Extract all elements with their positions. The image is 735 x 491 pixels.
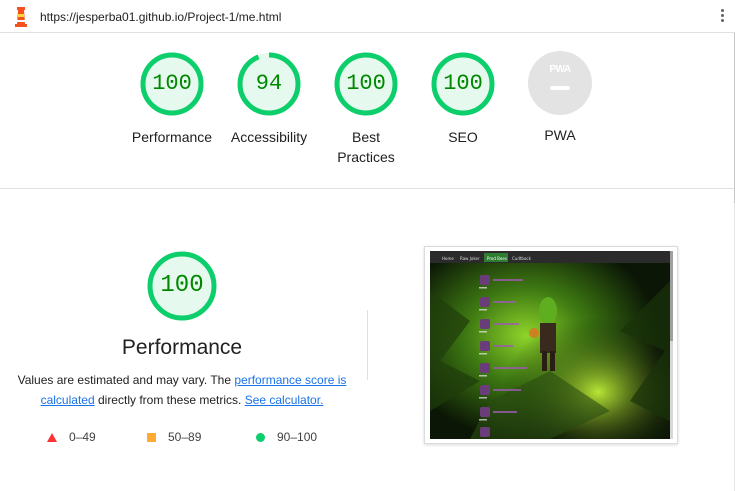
pwa-dash: [550, 86, 570, 90]
divider: [367, 310, 368, 380]
score-value: 100: [443, 71, 483, 96]
legend-range: 50–89: [168, 430, 202, 444]
screenshot-nav-item: Raw Joker: [460, 256, 480, 261]
gauge-best-practices[interactable]: 100 Best Practices: [316, 51, 416, 167]
score-ring: 94: [236, 51, 302, 117]
screenshot-scrollbar: [670, 251, 673, 439]
screenshot-nav-item: Home: [442, 256, 454, 261]
pwa-badge-text: PWA: [549, 64, 571, 75]
score-gauges: 100 Performance 94 Accessibility 100 Bes…: [0, 33, 734, 189]
page-url: https://jesperba01.github.io/Project-1/m…: [40, 10, 282, 24]
score-ring: 100: [430, 51, 496, 117]
gauge-label: Performance: [131, 129, 213, 145]
note-text: directly from these metrics.: [94, 393, 245, 407]
gauge-pwa[interactable]: PWA PWA: [510, 51, 610, 145]
kebab-menu-icon[interactable]: [716, 9, 728, 25]
gauge-accessibility[interactable]: 94 Accessibility: [219, 51, 319, 147]
gauge-label: PWA: [544, 127, 576, 143]
square-icon: [147, 433, 156, 442]
circle-icon: [256, 433, 265, 442]
screenshot-image: Home Raw Joker Prod Bees Cudtback: [430, 251, 670, 439]
gauge-label: SEO: [448, 129, 478, 145]
legend-average: 50–89: [147, 430, 201, 444]
screenshot-nav-item: Cudtback: [512, 256, 532, 261]
score-ring: 100: [139, 51, 205, 117]
score-value: 94: [255, 71, 283, 96]
performance-score-ring: 100: [146, 250, 218, 322]
score-value: 100: [152, 71, 192, 96]
legend-range: 90–100: [277, 430, 318, 444]
legend-range: 0–49: [69, 430, 96, 444]
screenshot-nav-item-active: Prod Bees: [487, 256, 507, 261]
performance-summary: 100 Performance Values are estimated and…: [0, 250, 364, 410]
legend-pass: 90–100: [256, 430, 317, 444]
triangle-icon: [47, 433, 57, 442]
final-screenshot-thumbnail[interactable]: Home Raw Joker Prod Bees Cudtback: [424, 246, 678, 444]
report-topbar: https://jesperba01.github.io/Project-1/m…: [0, 0, 735, 33]
performance-score-value: 100: [160, 272, 204, 299]
gauge-seo[interactable]: 100 SEO: [413, 51, 513, 147]
see-calculator-link[interactable]: See calculator.: [245, 393, 324, 407]
lighthouse-icon: [15, 7, 27, 27]
score-ring: 100: [333, 51, 399, 117]
gauge-label: Accessibility: [230, 129, 308, 145]
performance-note: Values are estimated and may vary. The p…: [17, 370, 347, 410]
note-text: Values are estimated and may vary. The: [17, 373, 235, 387]
gauge-label: Best Practices: [337, 129, 395, 165]
score-value: 100: [346, 71, 386, 96]
pwa-badge-icon: PWA: [528, 51, 592, 115]
gauge-performance[interactable]: 100 Performance: [122, 51, 222, 147]
performance-title: Performance: [121, 336, 243, 359]
legend-fail: 0–49: [47, 430, 96, 444]
